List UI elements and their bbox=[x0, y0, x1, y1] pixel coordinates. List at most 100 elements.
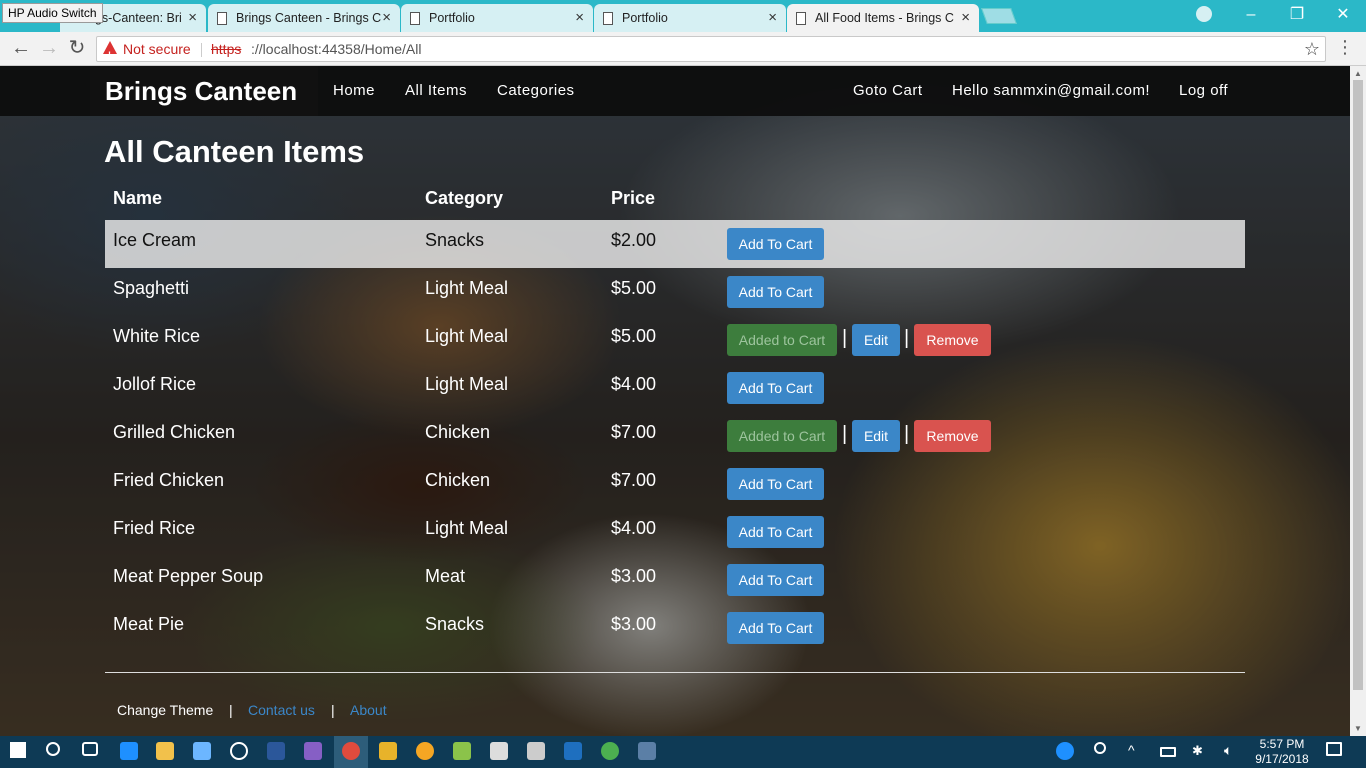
scroll-thumb[interactable] bbox=[1353, 80, 1363, 690]
item-price: $5.00 bbox=[611, 326, 657, 346]
nav-all-items[interactable]: All Items bbox=[405, 66, 467, 116]
contact-us-link[interactable]: Contact us bbox=[248, 702, 315, 718]
remove-button[interactable]: Remove bbox=[914, 324, 991, 356]
close-icon[interactable]: × bbox=[382, 7, 391, 29]
action-center-icon[interactable] bbox=[1326, 742, 1342, 756]
reload-icon[interactable]: ↻ bbox=[65, 37, 89, 61]
nav-goto-cart[interactable]: Goto Cart bbox=[853, 66, 923, 116]
people-icon[interactable] bbox=[1094, 742, 1106, 754]
item-category: Snacks bbox=[425, 614, 485, 634]
hp-audio-switch-label: HP Audio Switch bbox=[2, 3, 103, 23]
address-bar: ← → ↻ ! Not secure https ://localhost:44… bbox=[0, 32, 1366, 66]
tab-brings-canteen[interactable]: Brings Canteen - Brings C × bbox=[208, 4, 400, 32]
remove-button[interactable]: Remove bbox=[914, 420, 991, 452]
add-to-cart-button[interactable]: Add To Cart bbox=[727, 564, 824, 596]
add-to-cart-button[interactable]: Add To Cart bbox=[727, 468, 824, 500]
volume-icon[interactable]: 🔈︎ bbox=[1224, 742, 1232, 759]
profile-icon[interactable] bbox=[1196, 6, 1212, 22]
security-label[interactable]: Not secure bbox=[123, 37, 191, 61]
added-to-cart-button[interactable]: Added to Cart bbox=[727, 420, 837, 452]
scroll-up-icon[interactable]: ▲ bbox=[1354, 69, 1362, 78]
help-icon[interactable] bbox=[1056, 742, 1074, 760]
minimize-icon[interactable]: – bbox=[1228, 4, 1274, 26]
add-to-cart-button[interactable]: Add To Cart bbox=[727, 228, 824, 260]
footer-separator: | bbox=[331, 702, 335, 718]
mail-icon[interactable] bbox=[527, 742, 545, 760]
clock-time[interactable]: 5:57 PM bbox=[1252, 737, 1312, 751]
item-name: Grilled Chicken bbox=[113, 422, 236, 442]
store-icon[interactable] bbox=[193, 742, 211, 760]
column-header-name: Name bbox=[113, 188, 163, 208]
close-icon[interactable]: × bbox=[575, 7, 584, 29]
window-close-icon[interactable]: ✕ bbox=[1320, 4, 1366, 26]
edge-browser-icon[interactable] bbox=[120, 742, 138, 760]
app-window-icon[interactable] bbox=[638, 742, 656, 760]
item-category: Chicken bbox=[425, 422, 491, 442]
nav-log-off[interactable]: Log off bbox=[1179, 66, 1228, 116]
change-theme-label[interactable]: Change Theme bbox=[117, 702, 213, 718]
edit-button[interactable]: Edit bbox=[852, 420, 900, 452]
footer-separator: | bbox=[229, 702, 233, 718]
tab-portfolio-1[interactable]: Portfolio × bbox=[401, 4, 593, 32]
more-menu-icon[interactable]: ⋮ bbox=[1336, 37, 1354, 58]
column-header-category: Category bbox=[425, 188, 504, 208]
android-studio-icon[interactable] bbox=[453, 742, 471, 760]
page-icon bbox=[217, 12, 227, 25]
add-to-cart-button[interactable]: Add To Cart bbox=[727, 612, 824, 644]
item-price: $3.00 bbox=[611, 566, 657, 586]
add-to-cart-button[interactable]: Add To Cart bbox=[727, 516, 824, 548]
chrome-icon[interactable] bbox=[342, 742, 360, 760]
column-header-price: Price bbox=[611, 188, 656, 208]
unity-icon[interactable] bbox=[490, 742, 508, 760]
bookmark-star-icon[interactable]: ☆ bbox=[1304, 37, 1320, 61]
file-explorer-icon[interactable] bbox=[156, 742, 174, 760]
visual-studio-icon[interactable] bbox=[304, 742, 322, 760]
nav-user-greeting[interactable]: Hello sammxin@gmail.com! bbox=[952, 66, 1150, 116]
chevron-up-icon[interactable]: ^ bbox=[1128, 742, 1135, 758]
battery-icon[interactable] bbox=[1160, 747, 1176, 757]
forward-arrow-icon[interactable]: → bbox=[37, 37, 61, 61]
add-to-cart-button[interactable]: Add To Cart bbox=[727, 372, 824, 404]
tab-portfolio-2[interactable]: Portfolio × bbox=[594, 4, 786, 32]
page-title: All Canteen Items bbox=[104, 134, 365, 169]
scroll-down-icon[interactable]: ▼ bbox=[1354, 724, 1362, 733]
page-icon bbox=[603, 12, 613, 25]
back-arrow-icon[interactable]: ← bbox=[9, 37, 33, 61]
item-price: $7.00 bbox=[611, 422, 657, 442]
about-link[interactable]: About bbox=[350, 702, 387, 718]
powershell-icon[interactable] bbox=[267, 742, 285, 760]
item-category: Light Meal bbox=[425, 326, 509, 346]
site-navbar: Brings Canteen Home All Items Categories… bbox=[0, 66, 1350, 116]
document-app-icon[interactable] bbox=[564, 742, 582, 760]
nav-home[interactable]: Home bbox=[333, 66, 375, 116]
windows-start-icon[interactable] bbox=[10, 742, 26, 758]
item-category: Snacks bbox=[425, 230, 485, 250]
action-separator: | bbox=[842, 327, 848, 349]
new-tab-button[interactable] bbox=[981, 8, 1017, 24]
item-price: $3.00 bbox=[611, 614, 657, 634]
git-icon[interactable] bbox=[379, 742, 397, 760]
close-icon[interactable]: × bbox=[188, 7, 197, 29]
item-name: Jollof Rice bbox=[113, 374, 197, 394]
task-view-icon[interactable] bbox=[82, 742, 98, 756]
nav-categories[interactable]: Categories bbox=[497, 66, 575, 116]
close-icon[interactable]: × bbox=[961, 7, 970, 29]
tab-all-food-items[interactable]: All Food Items - Brings C × bbox=[787, 4, 979, 32]
search-icon[interactable] bbox=[46, 742, 60, 756]
wifi-icon[interactable]: ✱ bbox=[1192, 743, 1203, 759]
clock-date[interactable]: 9/17/2018 bbox=[1252, 752, 1312, 766]
added-to-cart-button[interactable]: Added to Cart bbox=[727, 324, 837, 356]
page-scrollbar[interactable]: ▲ ▼ bbox=[1350, 66, 1366, 736]
table-row: Jollof Rice Light Meal $4.00 Add To Cart bbox=[105, 364, 1245, 412]
url-input[interactable]: ! Not secure https ://localhost:44358/Ho… bbox=[96, 36, 1326, 62]
app-green-icon[interactable] bbox=[601, 742, 619, 760]
app-orange-icon[interactable] bbox=[416, 742, 434, 760]
app-circle-icon[interactable] bbox=[230, 742, 248, 760]
brand-link[interactable]: Brings Canteen bbox=[90, 66, 318, 116]
add-to-cart-button[interactable]: Add To Cart bbox=[727, 276, 824, 308]
close-icon[interactable]: × bbox=[768, 7, 777, 29]
restore-icon[interactable]: ❐ bbox=[1274, 4, 1320, 26]
page-viewport: Brings Canteen Home All Items Categories… bbox=[0, 66, 1350, 736]
action-separator: | bbox=[842, 423, 848, 445]
edit-button[interactable]: Edit bbox=[852, 324, 900, 356]
